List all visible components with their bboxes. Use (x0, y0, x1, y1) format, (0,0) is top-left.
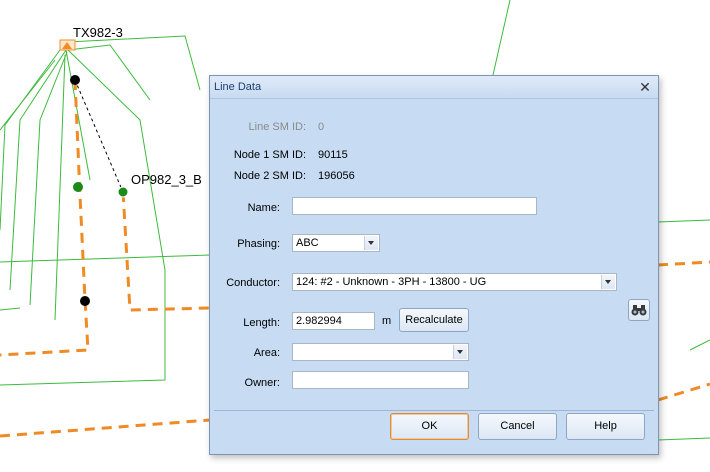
phasing-select[interactable]: ABC (292, 234, 380, 252)
area-label: Area: (253, 347, 280, 359)
binoculars-icon (631, 305, 647, 316)
dialog-form: Line SM ID: 0 Node 1 SM ID: 90115 Node 2… (214, 103, 654, 410)
chevron-down-icon[interactable] (601, 275, 615, 289)
dialog-titlebar[interactable]: Line Data ✕ (210, 76, 658, 99)
ok-button[interactable]: OK (390, 413, 469, 440)
transformer-label: TX982-3 (73, 25, 123, 40)
name-label: Name: (247, 202, 280, 214)
close-icon[interactable]: ✕ (638, 80, 652, 94)
node-green[interactable] (117, 186, 129, 198)
line-sm-id-label: Line SM ID: (248, 121, 306, 133)
line-sm-id-value: 0 (318, 121, 325, 133)
chevron-down-icon[interactable] (364, 236, 378, 250)
node2-sm-id-value: 196056 (318, 170, 355, 182)
conductor-select[interactable]: 124: #2 - Unknown - 3PH - 13800 - UG (292, 273, 617, 291)
node-black[interactable] (70, 75, 80, 85)
length-label: Length: (243, 317, 280, 329)
conductor-value: 124: #2 - Unknown - 3PH - 13800 - UG (296, 276, 487, 288)
dialog-title: Line Data (214, 81, 262, 93)
name-input[interactable] (292, 197, 537, 215)
length-unit: m (382, 315, 392, 327)
point-label: OP982_3_B (131, 172, 202, 187)
length-input[interactable] (292, 312, 375, 330)
node-green[interactable] (73, 182, 83, 192)
node2-sm-id-label: Node 2 SM ID: (233, 170, 306, 182)
conductor-label: Conductor: (226, 277, 280, 289)
area-select[interactable] (292, 343, 469, 361)
phasing-value: ABC (296, 237, 319, 249)
chevron-down-icon[interactable] (453, 345, 467, 359)
footer-separator (214, 410, 654, 411)
node-black[interactable] (80, 296, 90, 306)
node1-sm-id-label: Node 1 SM ID: (233, 149, 306, 161)
transformer-symbol[interactable] (59, 39, 76, 51)
phasing-label: Phasing: (237, 238, 280, 250)
node1-sm-id-value: 90115 (318, 149, 348, 161)
find-conductor-button[interactable] (628, 299, 650, 321)
cancel-button[interactable]: Cancel (478, 413, 557, 440)
recalculate-button[interactable]: Recalculate (399, 308, 469, 332)
owner-label: Owner: (244, 377, 280, 389)
line-data-dialog: Line Data ✕ Line SM ID: 0 Node 1 SM ID: … (209, 75, 659, 455)
owner-input[interactable] (292, 371, 469, 389)
help-button[interactable]: Help (566, 413, 645, 440)
